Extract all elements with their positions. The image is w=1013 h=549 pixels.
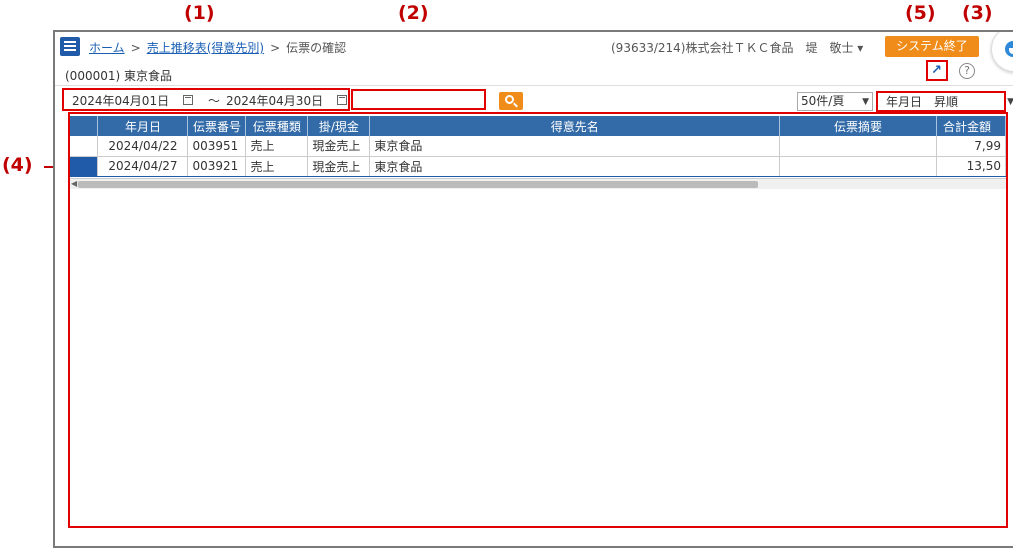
breadcrumb-separator: > <box>130 41 141 55</box>
cell-slip-type: 売上 <box>245 156 309 177</box>
cell-total: 13,50 <box>936 156 1007 177</box>
chevron-down-icon: ▼ <box>862 97 869 107</box>
column-header[interactable]: 伝票種類 <box>245 116 309 136</box>
table-row[interactable]: 2024/04/27 003921 売上 現金売上 東京食品 13,50 <box>70 156 1007 177</box>
breadcrumb-separator: > <box>270 41 281 55</box>
cell-customer: 東京食品 <box>369 136 781 157</box>
callout-5: (5) <box>905 2 936 24</box>
open-new-window-button[interactable]: ↗ <box>926 60 948 81</box>
assistant-avatar[interactable] <box>991 32 1013 72</box>
column-header[interactable]: 掛/現金 <box>307 116 371 136</box>
search-button[interactable] <box>499 92 523 110</box>
row-marker <box>70 156 99 177</box>
system-exit-button[interactable]: システム終了 <box>885 36 979 57</box>
chevron-down-icon: ▼ <box>1007 94 1013 111</box>
per-page-value: 50件/頁 <box>801 94 845 108</box>
company-user-menu[interactable]: (93633/214)株式会社ＴＫＣ食品 堤 敬士 ▾ <box>611 39 863 56</box>
help-icon[interactable]: ? <box>959 63 975 79</box>
search-input[interactable] <box>351 89 486 110</box>
cell-memo <box>779 156 937 177</box>
date-range-filter: 2024年04月01日 ～ 2024年04月30日 <box>62 88 350 111</box>
callout-3: (3) <box>962 2 993 24</box>
cell-payment: 現金売上 <box>307 136 371 157</box>
breadcrumb-current: 伝票の確認 <box>286 41 347 55</box>
breadcrumb: ホーム > 売上推移表(得意先別) > 伝票の確認 <box>89 39 346 56</box>
sort-order-value: 年月日 昇順 <box>886 95 959 109</box>
hamburger-menu-icon[interactable] <box>60 37 80 56</box>
column-header[interactable]: 年月日 <box>97 116 189 136</box>
cell-customer: 東京食品 <box>369 156 781 177</box>
callout-4: (4) <box>2 154 33 176</box>
customer-title: (000001) 東京食品 <box>65 69 172 83</box>
top-bar: ホーム > 売上推移表(得意先別) > 伝票の確認 (93633/214)株式会社ＴＫＣ… <box>55 32 1013 72</box>
column-header[interactable]: 得意先名 <box>369 116 781 136</box>
table-row[interactable]: 2024/04/22 003951 売上 現金売上 東京食品 7,99 <box>70 136 1007 157</box>
cell-slip-no: 003921 <box>187 156 247 177</box>
cell-slip-no: 003951 <box>187 136 247 157</box>
slip-list-grid: 年月日 伝票番号 伝票種類 掛/現金 得意先名 伝票摘要 合計金額 2024/0… <box>68 112 1008 528</box>
calendar-icon[interactable] <box>337 95 347 105</box>
breadcrumb-home-link[interactable]: ホーム <box>89 41 125 55</box>
column-header-marker <box>70 116 99 136</box>
slip-table: 年月日 伝票番号 伝票種類 掛/現金 得意先名 伝票摘要 合計金額 2024/0… <box>70 116 1007 177</box>
per-page-select[interactable]: 50件/頁 ▼ <box>797 92 873 111</box>
table-header-row: 年月日 伝票番号 伝票種類 掛/現金 得意先名 伝票摘要 合計金額 <box>70 116 1007 136</box>
breadcrumb-report-link[interactable]: 売上推移表(得意先別) <box>147 41 264 55</box>
header-divider <box>55 85 1013 86</box>
cell-date: 2024/04/22 <box>97 136 189 157</box>
cell-date: 2024/04/27 <box>97 156 189 177</box>
calendar-icon[interactable] <box>183 95 193 105</box>
date-range-tilde: ～ <box>208 94 221 108</box>
cell-total: 7,99 <box>936 136 1007 157</box>
mascot-face-icon <box>1005 41 1013 57</box>
column-header[interactable]: 伝票番号 <box>187 116 247 136</box>
cell-memo <box>779 136 937 157</box>
scroll-left-icon[interactable]: ◀ <box>71 179 77 188</box>
app-window: ホーム > 売上推移表(得意先別) > 伝票の確認 (93633/214)株式会社ＴＫＣ… <box>53 30 1013 548</box>
date-to-field[interactable]: 2024年04月30日 <box>226 92 323 109</box>
date-from-field[interactable]: 2024年04月01日 <box>72 92 169 109</box>
scrollbar-thumb[interactable] <box>78 181 758 188</box>
row-marker <box>70 136 99 157</box>
column-header[interactable]: 合計金額 <box>936 116 1007 136</box>
cell-payment: 現金売上 <box>307 156 371 177</box>
column-header[interactable]: 伝票摘要 <box>779 116 937 136</box>
cell-slip-type: 売上 <box>245 136 309 157</box>
callout-1: (1) <box>184 2 215 24</box>
horizontal-scrollbar[interactable]: ◀ <box>70 178 1006 189</box>
callout-2: (2) <box>398 2 429 24</box>
sort-order-select[interactable]: 年月日 昇順 ▼ <box>876 91 1013 112</box>
external-link-icon: ↗ <box>931 63 942 78</box>
